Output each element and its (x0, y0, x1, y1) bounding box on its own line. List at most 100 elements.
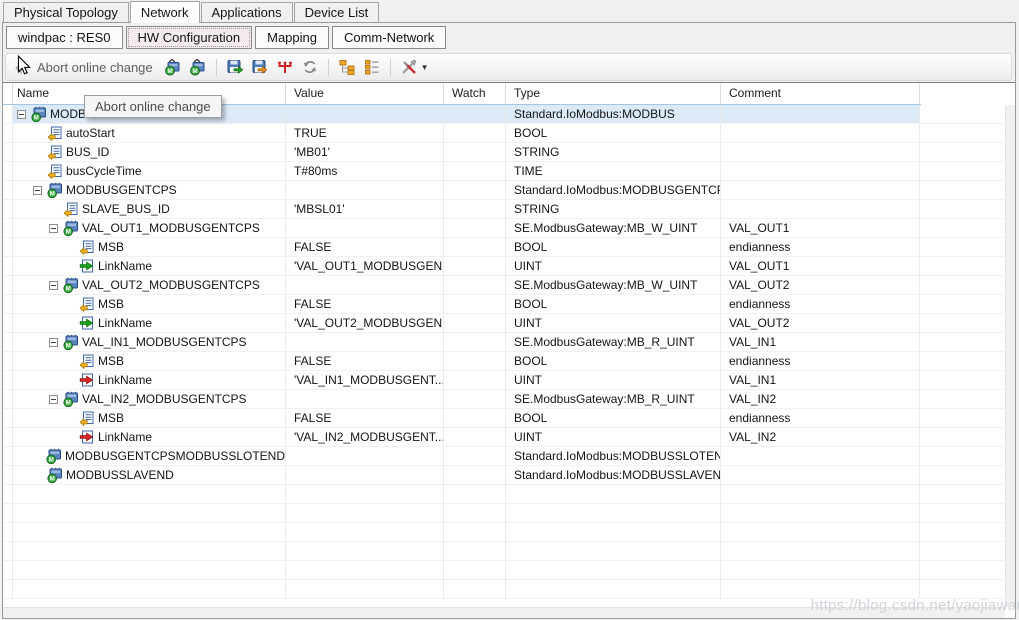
collapse-expander[interactable] (17, 109, 31, 119)
collapse-expander[interactable] (33, 185, 47, 195)
name-cell[interactable]: M MODBUSGENTCPSMODBUSSLOTEND (13, 447, 286, 466)
list-view-icon[interactable] (363, 58, 381, 76)
table-row[interactable]: autoStart TRUE BOOL (3, 124, 1005, 143)
collapse-expander[interactable] (49, 337, 63, 347)
value-cell[interactable] (286, 447, 444, 466)
table-row[interactable]: M VAL_IN2_MODBUSGENTCPS SE.ModbusGateway:M… (3, 390, 1005, 409)
comment-cell[interactable]: VAL_IN1 (721, 333, 920, 352)
value-cell[interactable] (286, 390, 444, 409)
abort-online-change-label[interactable]: Abort online change (37, 60, 153, 75)
table-row[interactable]: M MODBUSGENTCPSMODBUSSLOTEND Standard.IoMo… (3, 447, 1005, 466)
table-row[interactable]: BUS_ID 'MB01' STRING (3, 143, 1005, 162)
value-cell[interactable]: 'VAL_IN1_MODBUSGENT... (286, 371, 444, 390)
comment-cell[interactable]: endianness (721, 295, 920, 314)
name-cell[interactable]: MSB (13, 295, 286, 314)
subtab-windpac-res0[interactable]: windpac : RES0 (6, 26, 123, 49)
header-value[interactable]: Value (286, 83, 444, 104)
value-cell[interactable]: FALSE (286, 295, 444, 314)
watch-cell[interactable] (444, 390, 506, 409)
comment-cell[interactable] (721, 200, 920, 219)
value-cell[interactable]: FALSE (286, 352, 444, 371)
name-cell[interactable]: M MODBUSGENTCPS (13, 181, 286, 200)
watch-cell[interactable] (444, 276, 506, 295)
watch-cell[interactable] (444, 238, 506, 257)
value-cell[interactable]: 'VAL_OUT2_MODBUSGEN... (286, 314, 444, 333)
comment-cell[interactable]: VAL_IN2 (721, 428, 920, 447)
collapse-expander[interactable] (49, 394, 63, 404)
name-cell[interactable]: autoStart (13, 124, 286, 143)
watch-cell[interactable] (444, 333, 506, 352)
tab-device-list[interactable]: Device List (293, 2, 380, 22)
watch-cell[interactable] (444, 428, 506, 447)
fieldbus-topology-icon[interactable] (276, 58, 294, 76)
name-cell[interactable]: M VAL_IN2_MODBUSGENTCPS (13, 390, 286, 409)
watch-cell[interactable] (444, 295, 506, 314)
table-row[interactable]: LinkName 'VAL_OUT1_MODBUSGEN... UINT VAL_OU… (3, 257, 1005, 276)
watch-cell[interactable] (444, 162, 506, 181)
comment-cell[interactable]: VAL_IN2 (721, 390, 920, 409)
watch-cell[interactable] (444, 352, 506, 371)
header-type[interactable]: Type (506, 83, 721, 104)
refresh-icon[interactable] (301, 58, 319, 76)
comment-cell[interactable]: endianness (721, 238, 920, 257)
subtab-hw-configuration[interactable]: HW Configuration (125, 26, 253, 49)
value-cell[interactable]: 'VAL_IN2_MODBUSGENT... (286, 428, 444, 447)
header-comment[interactable]: Comment (721, 83, 920, 104)
comment-cell[interactable]: endianness (721, 352, 920, 371)
value-cell[interactable] (286, 181, 444, 200)
comment-cell[interactable] (721, 162, 920, 181)
header-watch[interactable]: Watch (444, 83, 506, 104)
append-device-icon[interactable]: M (189, 58, 207, 76)
name-cell[interactable]: M VAL_OUT1_MODBUSGENTCPS (13, 219, 286, 238)
comment-cell[interactable] (721, 124, 920, 143)
subtab-comm-network[interactable]: Comm-Network (331, 26, 447, 49)
table-row[interactable]: LinkName 'VAL_IN2_MODBUSGENT... UINT VAL_IN… (3, 428, 1005, 447)
name-cell[interactable]: MSB (13, 238, 286, 257)
watch-cell[interactable] (444, 181, 506, 200)
comment-cell[interactable]: endianness (721, 409, 920, 428)
subtab-mapping[interactable]: Mapping (255, 26, 329, 49)
name-cell[interactable]: busCycleTime (13, 162, 286, 181)
value-cell[interactable]: FALSE (286, 409, 444, 428)
table-row[interactable]: busCycleTime T#80ms TIME (3, 162, 1005, 181)
watch-cell[interactable] (444, 447, 506, 466)
watch-cell[interactable] (444, 105, 506, 124)
comment-cell[interactable] (721, 466, 920, 485)
abort-online-change-icon[interactable] (12, 58, 30, 76)
table-row[interactable]: M VAL_IN1_MODBUSGENTCPS SE.ModbusGateway:M… (3, 333, 1005, 352)
table-row[interactable]: M VAL_OUT1_MODBUSGENTCPS SE.ModbusGateway:… (3, 219, 1005, 238)
comment-cell[interactable]: VAL_OUT2 (721, 276, 920, 295)
collapse-expander[interactable] (49, 280, 63, 290)
value-cell[interactable]: 'MB01' (286, 143, 444, 162)
watch-cell[interactable] (444, 314, 506, 333)
value-cell[interactable]: FALSE (286, 238, 444, 257)
insert-device-icon[interactable]: M (164, 58, 182, 76)
table-row[interactable]: M MODBUSSLAVEND Standard.IoModbus:MODBUSSL… (3, 466, 1005, 485)
name-cell[interactable]: LinkName (13, 257, 286, 276)
collapse-expander[interactable] (49, 223, 63, 233)
tab-physical-topology[interactable]: Physical Topology (3, 2, 129, 22)
tools-dropdown-caret[interactable]: ▼ (421, 63, 429, 72)
value-cell[interactable] (286, 466, 444, 485)
value-cell[interactable]: 'MBSL01' (286, 200, 444, 219)
value-cell[interactable] (286, 333, 444, 352)
comment-cell[interactable]: VAL_IN1 (721, 371, 920, 390)
tab-applications[interactable]: Applications (200, 2, 293, 22)
name-cell[interactable]: M VAL_IN1_MODBUSGENTCPS (13, 333, 286, 352)
export-configuration-icon[interactable] (226, 58, 244, 76)
table-row[interactable]: MSB FALSE BOOL endianness (3, 295, 1005, 314)
name-cell[interactable]: MSB (13, 409, 286, 428)
name-cell[interactable]: LinkName (13, 428, 286, 447)
table-row[interactable]: LinkName 'VAL_IN1_MODBUSGENT... UINT VAL_IN… (3, 371, 1005, 390)
watch-cell[interactable] (444, 257, 506, 276)
value-cell[interactable] (286, 105, 444, 124)
comment-cell[interactable] (721, 143, 920, 162)
name-cell[interactable]: LinkName (13, 314, 286, 333)
comment-cell[interactable]: VAL_OUT2 (721, 314, 920, 333)
table-row[interactable]: MSB FALSE BOOL endianness (3, 409, 1005, 428)
watch-cell[interactable] (444, 409, 506, 428)
value-cell[interactable] (286, 219, 444, 238)
comment-cell[interactable]: VAL_OUT1 (721, 257, 920, 276)
name-cell[interactable]: MSB (13, 352, 286, 371)
watch-cell[interactable] (444, 124, 506, 143)
